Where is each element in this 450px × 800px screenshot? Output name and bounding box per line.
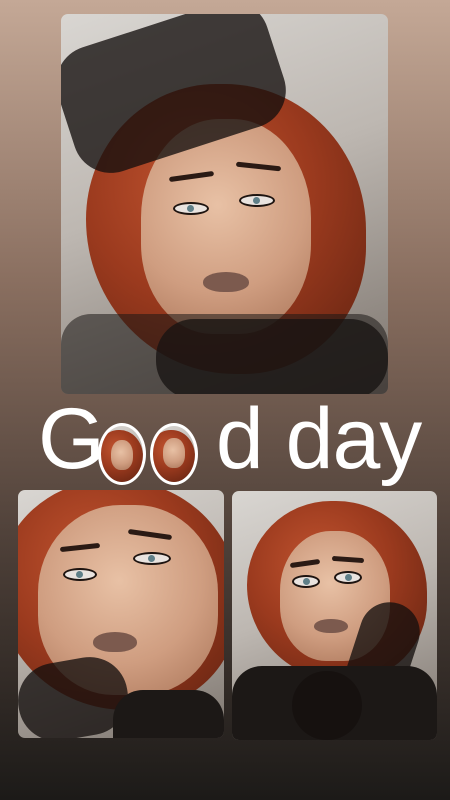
right-eye bbox=[334, 571, 362, 584]
circle-thumbnail-2[interactable] bbox=[150, 423, 198, 485]
thumb-face bbox=[111, 440, 133, 470]
good-day-headline: Gd day bbox=[38, 384, 428, 494]
left-eye bbox=[173, 202, 209, 215]
jacket-shape bbox=[113, 690, 224, 738]
jacket-shape bbox=[61, 314, 388, 394]
lips bbox=[203, 272, 249, 292]
gloved-hand-bottom bbox=[292, 671, 362, 740]
bottom-left-portrait-photo[interactable] bbox=[18, 490, 224, 738]
bottom-right-portrait-photo[interactable] bbox=[232, 491, 437, 740]
headline-part-1: G bbox=[38, 391, 105, 487]
main-portrait-photo[interactable] bbox=[61, 14, 388, 394]
thumb-face bbox=[163, 438, 185, 468]
right-eye bbox=[239, 194, 275, 207]
lips bbox=[93, 632, 137, 652]
left-eye bbox=[292, 575, 320, 588]
left-eye bbox=[63, 568, 97, 581]
circle-thumbnail-1[interactable] bbox=[98, 423, 146, 485]
lips bbox=[314, 619, 348, 633]
right-eye bbox=[133, 552, 171, 565]
headline-part-2: d day bbox=[215, 391, 422, 487]
